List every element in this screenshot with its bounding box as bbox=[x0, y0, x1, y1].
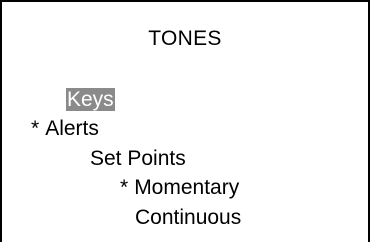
selected-marker: * bbox=[31, 117, 40, 140]
menu-item-momentary[interactable]: * Momentary bbox=[120, 175, 239, 201]
menu-item-set-points-label: Set Points bbox=[90, 147, 186, 170]
selected-marker: * bbox=[120, 176, 129, 199]
menu-item-keys-label: Keys bbox=[66, 88, 115, 111]
menu-item-continuous[interactable]: Continuous bbox=[135, 205, 241, 231]
menu-title: TONES bbox=[148, 27, 222, 50]
tones-menu-screen: TONES Keys * Alerts Set Points * Momentary… bbox=[0, 0, 370, 242]
menu-item-alerts-label: Alerts bbox=[45, 117, 99, 140]
menu-item-set-points[interactable]: Set Points bbox=[90, 146, 186, 172]
menu-item-continuous-label: Continuous bbox=[135, 206, 242, 229]
menu-item-alerts[interactable]: * Alerts bbox=[31, 116, 99, 142]
menu-item-momentary-label: Momentary bbox=[134, 176, 240, 199]
menu-item-keys[interactable]: Keys bbox=[66, 87, 115, 113]
